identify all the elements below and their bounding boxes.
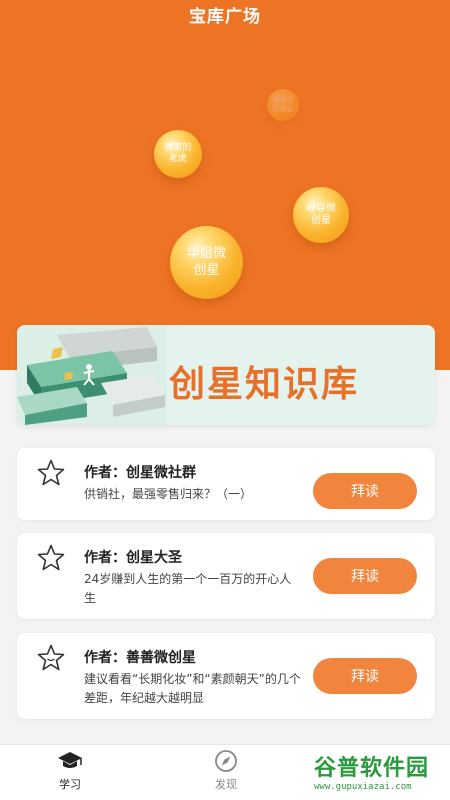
star-icon[interactable]: [36, 643, 66, 673]
tab-label: 学习: [59, 778, 81, 791]
author-bubble[interactable]: 骞剑花纹创业: [267, 89, 299, 121]
watermark: 谷普软件园 www.gupuxiazai.com: [310, 746, 450, 800]
article-author: 作者：创星微社群: [84, 465, 196, 481]
author-bubble[interactable]: 尋导微创星: [293, 187, 349, 243]
article-card[interactable]: 作者：善善微创星 建议看看“长期化妆”和“素颜朝天”的几个差距，年纪越大越明显 …: [17, 633, 435, 719]
read-button[interactable]: 拜读: [313, 473, 417, 509]
article-author: 作者：创星大圣: [84, 550, 182, 566]
star-icon[interactable]: [36, 543, 66, 573]
article-card[interactable]: 作者：创星大圣 24岁赚到人生的第一个一百万的开心人生 拜读: [17, 533, 435, 619]
article-title[interactable]: 建议看看“长期化妆”和“素颜朝天”的几个差距，年纪越大越明显: [84, 670, 302, 708]
bubble-label: 尋导微创星: [306, 202, 336, 227]
read-button[interactable]: 拜读: [313, 658, 417, 694]
bubble-label: 华姐微创星: [186, 246, 226, 278]
author-bubble[interactable]: 微笑的老虎: [154, 130, 202, 178]
bubble-label: 骞剑花纹创业: [272, 96, 294, 113]
read-button[interactable]: 拜读: [313, 558, 417, 594]
bubble-label: 微笑的老虎: [164, 142, 192, 164]
watermark-text: 谷普软件园: [314, 756, 430, 781]
tab-discover[interactable]: 发现: [196, 749, 256, 792]
article-author: 作者：善善微创星: [84, 650, 196, 666]
graduation-cap-icon: [58, 752, 82, 768]
article-title[interactable]: 24岁赚到人生的第一个一百万的开心人生: [84, 570, 302, 608]
book-illustration: [17, 325, 167, 425]
author-bubble[interactable]: 华姐微创星: [170, 226, 243, 299]
page-title: 宝库广场: [189, 7, 261, 27]
tab-study[interactable]: 学习: [40, 749, 100, 792]
tab-label: 发现: [215, 778, 237, 791]
hero-area: 宝库广场 骞剑花纹创业 微笑的老虎 尋导微创星 华姐微创星: [0, 0, 450, 370]
article-title[interactable]: 供销社，最强零售归来？（一）: [84, 485, 302, 504]
compass-icon: [215, 750, 237, 772]
watermark-url: www.gupuxiazai.com: [314, 782, 412, 792]
knowledge-banner[interactable]: 创星知识库: [17, 325, 435, 425]
article-card[interactable]: 作者：创星微社群 供销社，最强零售归来？（一） 拜读: [17, 448, 435, 520]
banner-title: 创星知识库: [169, 363, 360, 405]
star-icon[interactable]: [36, 458, 66, 488]
